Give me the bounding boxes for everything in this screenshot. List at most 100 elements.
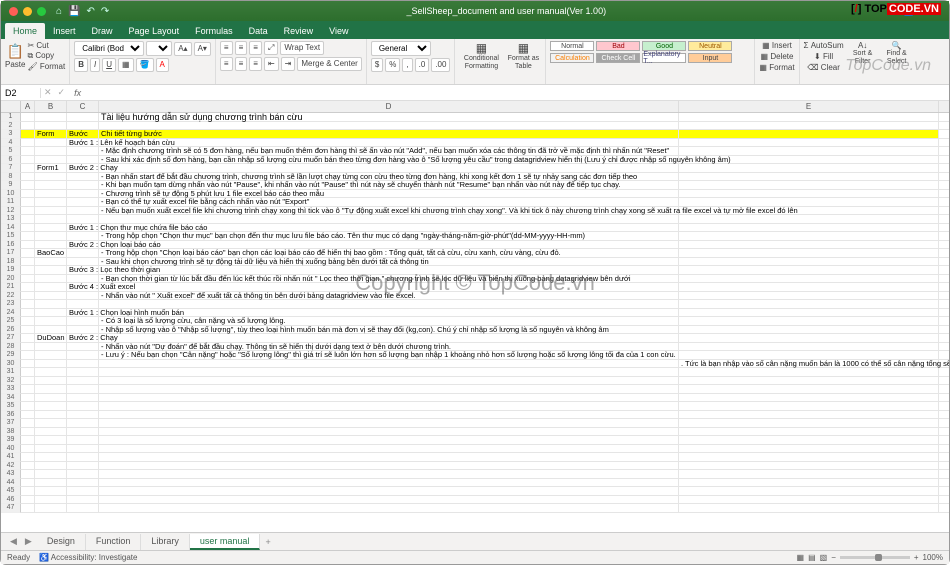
- table-row[interactable]: [21, 368, 949, 377]
- table-row[interactable]: [21, 462, 949, 471]
- cell[interactable]: [99, 385, 679, 393]
- cell[interactable]: - Bạn chọn thời gian từ lúc bắt đầu đến …: [99, 275, 679, 283]
- cell[interactable]: - Sau khi xác định số đơn hàng, bạn cần …: [99, 156, 679, 164]
- cell[interactable]: [67, 147, 99, 155]
- formula-input[interactable]: [87, 88, 949, 98]
- font-color-button[interactable]: A: [156, 58, 169, 72]
- cell[interactable]: [21, 453, 35, 461]
- cell[interactable]: [67, 504, 99, 512]
- sheet-nav-next-icon[interactable]: ▶: [22, 536, 35, 547]
- cell[interactable]: Bước 1 : Chọn loại hình muốn bán: [67, 309, 99, 317]
- close-icon[interactable]: [9, 7, 18, 16]
- row-header[interactable]: 31: [1, 368, 21, 377]
- align-center-button[interactable]: ≡: [235, 57, 248, 71]
- cell[interactable]: [679, 156, 939, 164]
- cell[interactable]: [21, 504, 35, 512]
- increase-font-button[interactable]: A▴: [174, 42, 191, 56]
- cell[interactable]: [67, 258, 99, 266]
- cell[interactable]: [21, 300, 35, 308]
- cell[interactable]: [35, 360, 67, 368]
- cond-format-button[interactable]: Conditional Formatting: [459, 55, 503, 71]
- table-row[interactable]: [21, 428, 949, 437]
- cell[interactable]: [679, 351, 939, 359]
- cell[interactable]: [35, 368, 67, 376]
- cell[interactable]: [679, 504, 939, 512]
- col-header-A[interactable]: A: [21, 101, 35, 112]
- row-header[interactable]: 34: [1, 394, 21, 403]
- cell[interactable]: [679, 377, 939, 385]
- save-icon[interactable]: 💾: [68, 6, 80, 17]
- cell[interactable]: Bước 3 : Lọc theo thời gian: [67, 266, 99, 274]
- cell[interactable]: [21, 164, 35, 172]
- cell[interactable]: [99, 139, 679, 147]
- cell[interactable]: [679, 419, 939, 427]
- cell[interactable]: [35, 377, 67, 385]
- row-header[interactable]: 35: [1, 402, 21, 411]
- cell[interactable]: [679, 113, 939, 121]
- table-row[interactable]: [21, 436, 949, 445]
- cell[interactable]: [21, 173, 35, 181]
- cell[interactable]: [35, 317, 67, 325]
- cell[interactable]: [99, 266, 679, 274]
- cell[interactable]: - Nhập số lượng vào ô "Nhập số lượng", t…: [99, 326, 679, 334]
- cell[interactable]: [21, 419, 35, 427]
- zoom-slider[interactable]: [840, 556, 910, 559]
- table-row[interactable]: - Sau khi xác định số đơn hàng, bạn cần …: [21, 156, 949, 165]
- align-left-button[interactable]: ≡: [220, 57, 233, 71]
- align-top-button[interactable]: ≡: [220, 41, 233, 55]
- cell[interactable]: DuDoan: [35, 334, 67, 342]
- view-break-icon[interactable]: ▧: [820, 553, 828, 562]
- cell[interactable]: [99, 496, 679, 504]
- cell[interactable]: [21, 309, 35, 317]
- cell[interactable]: [67, 496, 99, 504]
- accessibility-status[interactable]: ♿ Accessibility: Investigate: [39, 553, 137, 562]
- cell[interactable]: [679, 445, 939, 453]
- cell[interactable]: [21, 428, 35, 436]
- cell[interactable]: [21, 232, 35, 240]
- cell[interactable]: [99, 462, 679, 470]
- table-row[interactable]: - Nhập số lượng vào ô "Nhập số lượng", t…: [21, 326, 949, 335]
- cell[interactable]: [679, 130, 939, 138]
- cell[interactable]: [67, 122, 99, 130]
- cell[interactable]: [21, 351, 35, 359]
- cut-button[interactable]: ✂ Cut: [27, 41, 65, 50]
- cell[interactable]: [35, 445, 67, 453]
- italic-button[interactable]: I: [90, 58, 100, 72]
- cell[interactable]: [21, 207, 35, 215]
- cell[interactable]: [679, 470, 939, 478]
- cell[interactable]: [67, 453, 99, 461]
- cell[interactable]: [35, 266, 67, 274]
- currency-button[interactable]: $: [371, 58, 383, 72]
- cell[interactable]: [21, 326, 35, 334]
- cell[interactable]: [35, 207, 67, 215]
- row-header[interactable]: 41: [1, 453, 21, 462]
- menu-tab-view[interactable]: View: [321, 23, 356, 39]
- cell[interactable]: [679, 300, 939, 308]
- cell[interactable]: [21, 317, 35, 325]
- delete-cells-button[interactable]: ▦ Delete: [761, 52, 794, 61]
- fill-color-button[interactable]: 🪣: [136, 58, 154, 72]
- cell[interactable]: [35, 198, 67, 206]
- fx-icon[interactable]: fx: [68, 88, 87, 98]
- row-header[interactable]: 3: [1, 130, 21, 139]
- wrap-text-button[interactable]: Wrap Text: [280, 41, 324, 55]
- row-header[interactable]: 7: [1, 164, 21, 173]
- cell-style-checkcell[interactable]: Check Cell: [596, 53, 640, 63]
- cell[interactable]: [21, 198, 35, 206]
- cell[interactable]: [679, 292, 939, 300]
- menu-tab-draw[interactable]: Draw: [84, 23, 121, 39]
- row-header[interactable]: 39: [1, 436, 21, 445]
- row-header[interactable]: 38: [1, 428, 21, 437]
- cell[interactable]: [21, 224, 35, 232]
- cell[interactable]: - Sau khi chọn chương trình sẽ tự động t…: [99, 258, 679, 266]
- cell[interactable]: [67, 428, 99, 436]
- cell[interactable]: Bước: [67, 130, 99, 138]
- cell[interactable]: [67, 445, 99, 453]
- border-button[interactable]: ▦: [118, 58, 134, 72]
- cell[interactable]: [99, 368, 679, 376]
- cell[interactable]: [21, 377, 35, 385]
- cell[interactable]: [35, 402, 67, 410]
- table-row[interactable]: . Tức là bạn nhập vào số cân nặng muốn b…: [21, 360, 949, 369]
- table-row[interactable]: - Sau khi chọn chương trình sẽ tự động t…: [21, 258, 949, 267]
- cancel-icon[interactable]: ✕: [41, 87, 55, 98]
